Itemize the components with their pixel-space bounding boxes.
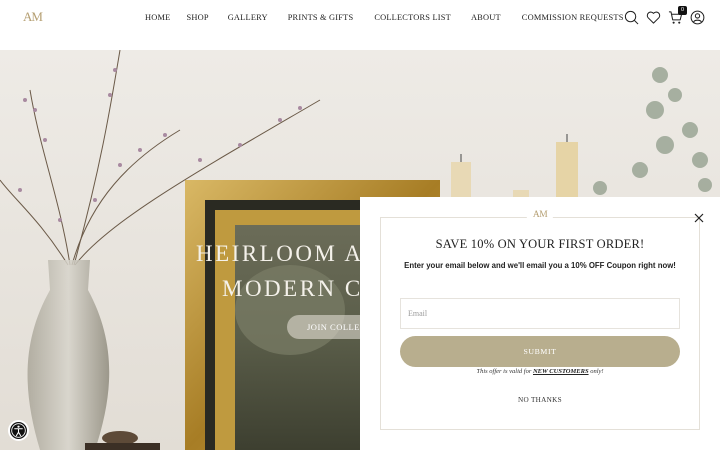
nav-gallery[interactable]: GALLERY xyxy=(228,13,268,22)
coupon-popup: AM SAVE 10% ON YOUR FIRST ORDER! Enter y… xyxy=(360,197,720,450)
popup-title: SAVE 10% ON YOUR FIRST ORDER! xyxy=(435,237,645,251)
popup-logo: AM xyxy=(526,210,554,220)
offer-note-prefix: This offer is valid for xyxy=(476,368,533,375)
main-nav: HOME SHOP GALLERY PRINTS & GIFTS COLLECT… xyxy=(135,13,624,22)
search-icon[interactable] xyxy=(624,10,639,25)
email-field[interactable] xyxy=(400,298,680,329)
nav-about[interactable]: ABOUT xyxy=(471,13,501,22)
site-logo[interactable]: AM xyxy=(23,9,43,25)
cart-count-badge: 0 xyxy=(678,6,687,15)
close-icon[interactable] xyxy=(693,211,705,223)
offer-note: This offer is valid for NEW CUSTOMERS on… xyxy=(360,368,720,375)
hero-subtitle: MODERN C xyxy=(222,276,363,301)
cart-icon[interactable]: 0 xyxy=(668,6,687,25)
nav-commission-requests[interactable]: COMMISSION REQUESTS xyxy=(522,13,624,22)
nav-home[interactable]: HOME xyxy=(145,13,170,22)
offer-note-suffix: only! xyxy=(588,368,604,375)
accessibility-icon[interactable] xyxy=(8,420,29,441)
no-thanks-button[interactable]: NO THANKS xyxy=(360,396,720,404)
account-icon[interactable] xyxy=(690,10,705,25)
nav-collectors-list[interactable]: COLLECTORS LIST xyxy=(374,13,451,22)
site-header: AM HOME SHOP GALLERY PRINTS & GIFTS COLL… xyxy=(0,0,720,50)
submit-button[interactable]: SUBMIT xyxy=(400,336,680,367)
new-customers-link[interactable]: NEW CUSTOMERS xyxy=(533,368,589,375)
popup-description: Enter your email below and we'll email y… xyxy=(404,261,676,270)
header-icons: 0 xyxy=(624,6,705,25)
hero-title: HEIRLOOM A xyxy=(196,241,364,266)
nav-shop[interactable]: SHOP xyxy=(186,13,208,22)
nav-prints-gifts[interactable]: PRINTS & GIFTS xyxy=(288,13,354,22)
heart-icon[interactable] xyxy=(646,10,661,25)
